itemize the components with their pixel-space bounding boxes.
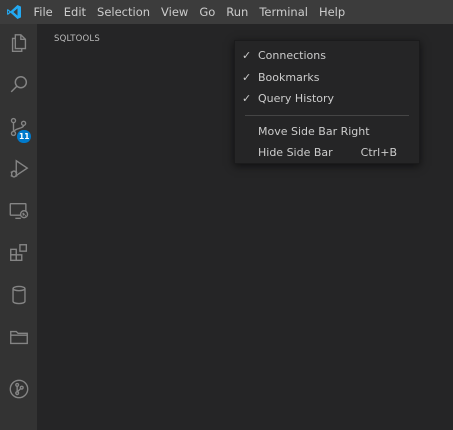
- remote-explorer-icon: [8, 200, 30, 226]
- activity-folder[interactable]: [0, 318, 37, 360]
- checkmark-icon: ✓: [242, 49, 252, 63]
- database-icon: [8, 284, 30, 310]
- checkmark-icon: ✓: [242, 70, 252, 84]
- context-menu: ✓ Connections ✓ Bookmarks ✓ Query Histor…: [234, 40, 420, 164]
- menu-selection[interactable]: Selection: [92, 0, 156, 24]
- menu-item-bookmarks[interactable]: ✓ Bookmarks: [235, 67, 419, 89]
- menu-bar: File Edit Selection View Go Run Terminal…: [0, 0, 453, 24]
- menu-view[interactable]: View: [156, 0, 194, 24]
- activity-explorer[interactable]: [0, 24, 37, 66]
- menu-terminal[interactable]: Terminal: [254, 0, 314, 24]
- menu-item-label: Bookmarks: [258, 70, 320, 84]
- keyboard-shortcut: Ctrl+B: [360, 146, 397, 160]
- menu-item-connections[interactable]: ✓ Connections: [235, 45, 419, 67]
- vscode-logo-icon: [0, 0, 28, 24]
- git-graph-icon: [8, 378, 30, 404]
- menu-edit[interactable]: Edit: [58, 0, 91, 24]
- run-debug-icon: [8, 158, 30, 184]
- menu-go[interactable]: Go: [194, 0, 221, 24]
- activity-extensions[interactable]: [0, 234, 37, 276]
- activity-search[interactable]: [0, 66, 37, 108]
- activity-sqltools[interactable]: [0, 276, 37, 318]
- activity-git-graph[interactable]: [0, 370, 37, 412]
- menu-file[interactable]: File: [28, 0, 58, 24]
- checkmark-icon: ✓: [242, 92, 252, 106]
- activity-remote-explorer[interactable]: [0, 192, 37, 234]
- menu-help[interactable]: Help: [313, 0, 350, 24]
- menu-item-label: Query History: [258, 92, 335, 106]
- menu-item-label: Hide Side Bar: [258, 146, 333, 160]
- explorer-icon: [8, 32, 30, 58]
- search-icon: [8, 74, 30, 100]
- sidebar-title: SQLTOOLS: [54, 34, 100, 44]
- activity-bar: 11: [0, 24, 37, 430]
- folder-icon: [8, 326, 30, 352]
- menu-item-label: Connections: [258, 49, 326, 63]
- menu-separator: [245, 114, 409, 116]
- extensions-icon: [8, 242, 30, 268]
- menu-run[interactable]: Run: [221, 0, 254, 24]
- menu-item-query-history[interactable]: ✓ Query History: [235, 88, 419, 110]
- activity-run-debug[interactable]: [0, 150, 37, 192]
- menu-item-label: Move Side Bar Right: [258, 124, 370, 138]
- activity-source-control[interactable]: 11: [0, 108, 37, 150]
- menu-item-hide-side-bar[interactable]: Hide Side Bar Ctrl+B: [235, 142, 419, 164]
- menu-item-move-side-bar-right[interactable]: Move Side Bar Right: [235, 121, 419, 143]
